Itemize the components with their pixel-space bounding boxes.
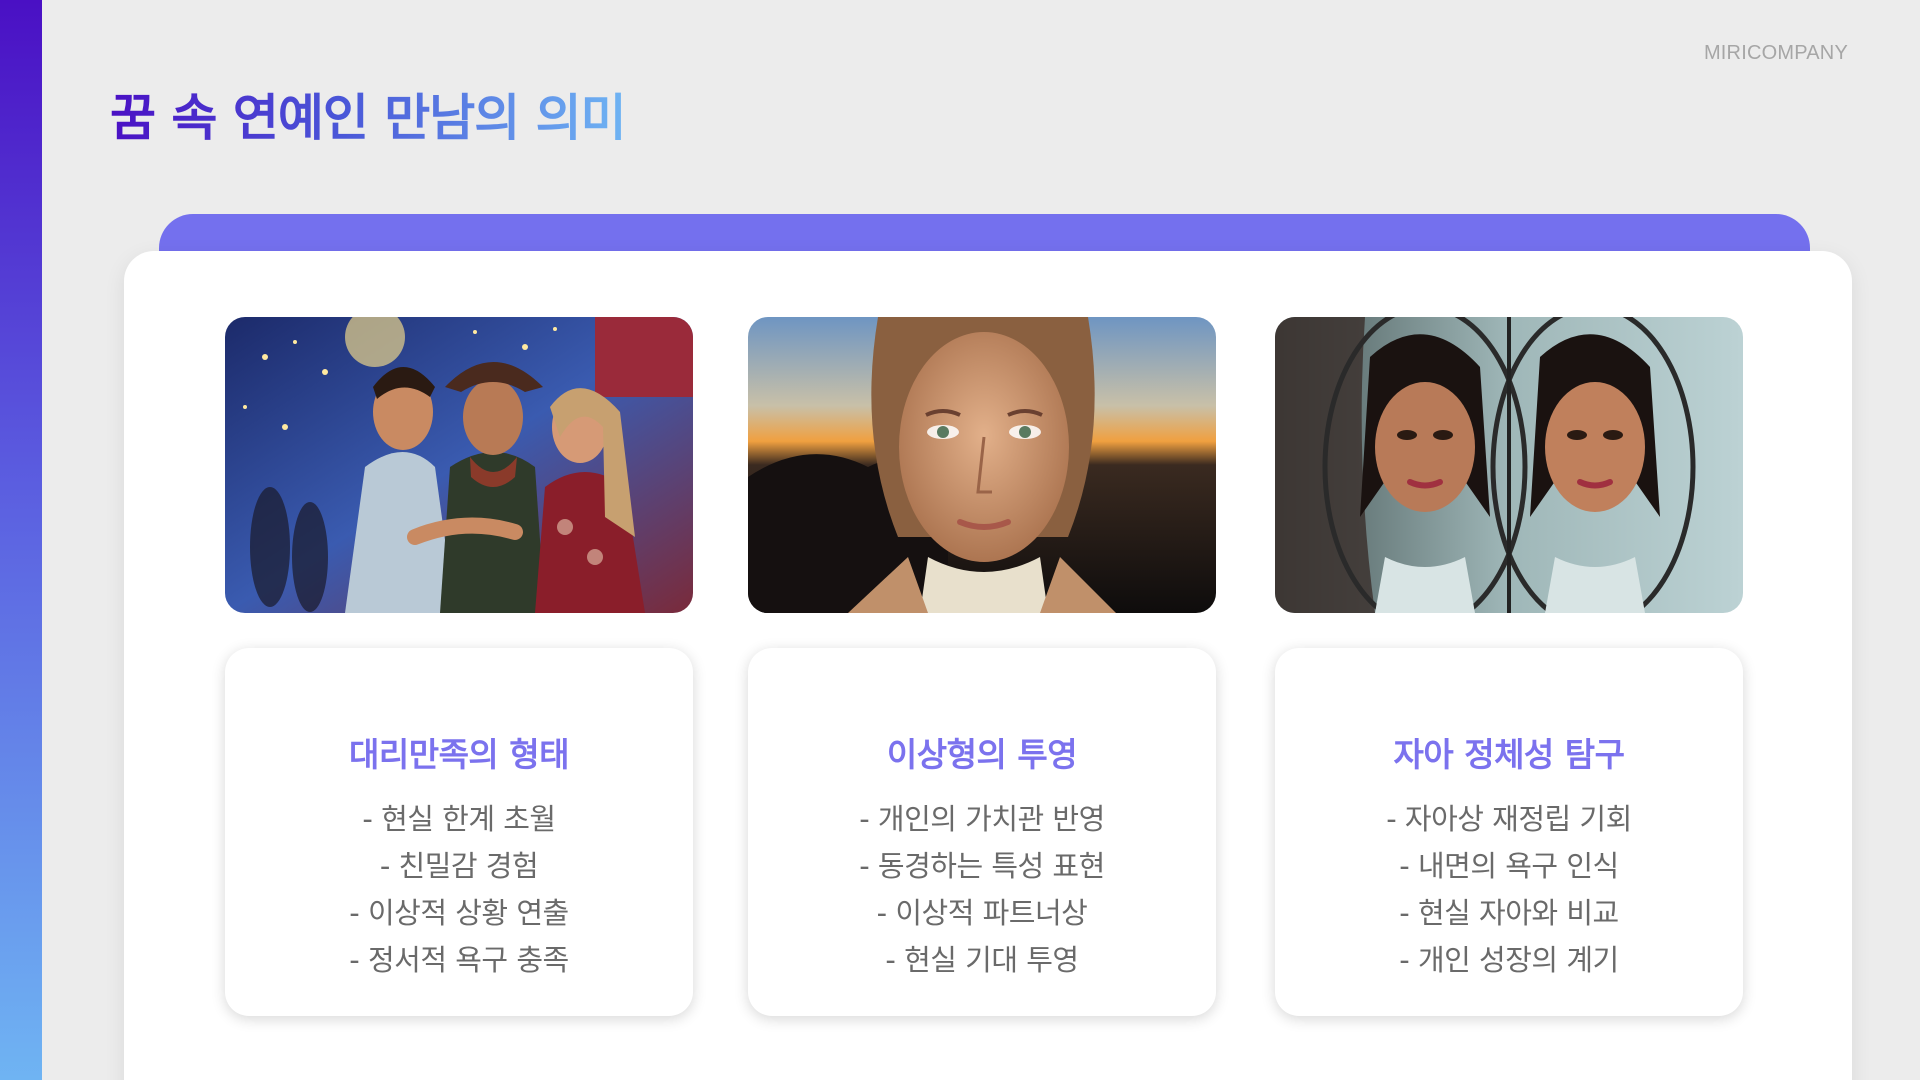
card-item: - 개인 성장의 계기 [1399,943,1619,977]
card-ideal-projection: 이상형의 투영 - 개인의 가치관 반영 - 동경하는 특성 표현 - 이상적 … [748,648,1216,1016]
card-title: 대리만족의 형태 [348,735,570,774]
card-column-1: 대리만족의 형태 - 현실 한계 초월 - 친밀감 경험 - 이상적 상황 연출… [225,317,693,1016]
card-surrogate-satisfaction: 대리만족의 형태 - 현실 한계 초월 - 친밀감 경험 - 이상적 상황 연출… [225,648,693,1016]
card-item: - 이상적 파트너상 [876,896,1088,930]
card-item: - 이상적 상황 연출 [349,896,569,930]
card-item: - 동경하는 특성 표현 [859,849,1105,883]
card-column-3: 자아 정체성 탐구 - 자아상 재정립 기회 - 내면의 욕구 인식 - 현실 … [1275,317,1743,1016]
woman-mirror-reflection-photo [1275,317,1743,613]
card-item: - 친밀감 경험 [379,849,539,883]
card-column-2: 이상형의 투영 - 개인의 가치관 반영 - 동경하는 특성 표현 - 이상적 … [748,317,1216,1016]
card-title: 이상형의 투영 [886,735,1078,774]
woman-portrait-sunset-photo [748,317,1216,613]
card-title: 자아 정체성 탐구 [1393,735,1626,774]
card-item: - 내면의 욕구 인식 [1399,849,1619,883]
card-item: - 현실 한계 초월 [362,802,556,836]
card-item: - 현실 자아와 비교 [1399,896,1619,930]
card-item: - 현실 기대 투영 [885,943,1079,977]
party-celebrities-photo [225,317,693,613]
card-item: - 개인의 가치관 반영 [859,802,1105,836]
brand-label: MIRICOMPANY [1703,42,1848,64]
left-accent-bar [0,0,42,1080]
page-title: 꿈 속 연예인 만남의 의미 [110,78,627,150]
card-item: - 자아상 재정립 기회 [1386,802,1632,836]
card-item: - 정서적 욕구 충족 [349,943,569,977]
card-identity-exploration: 자아 정체성 탐구 - 자아상 재정립 기회 - 내면의 욕구 인식 - 현실 … [1275,648,1743,1016]
